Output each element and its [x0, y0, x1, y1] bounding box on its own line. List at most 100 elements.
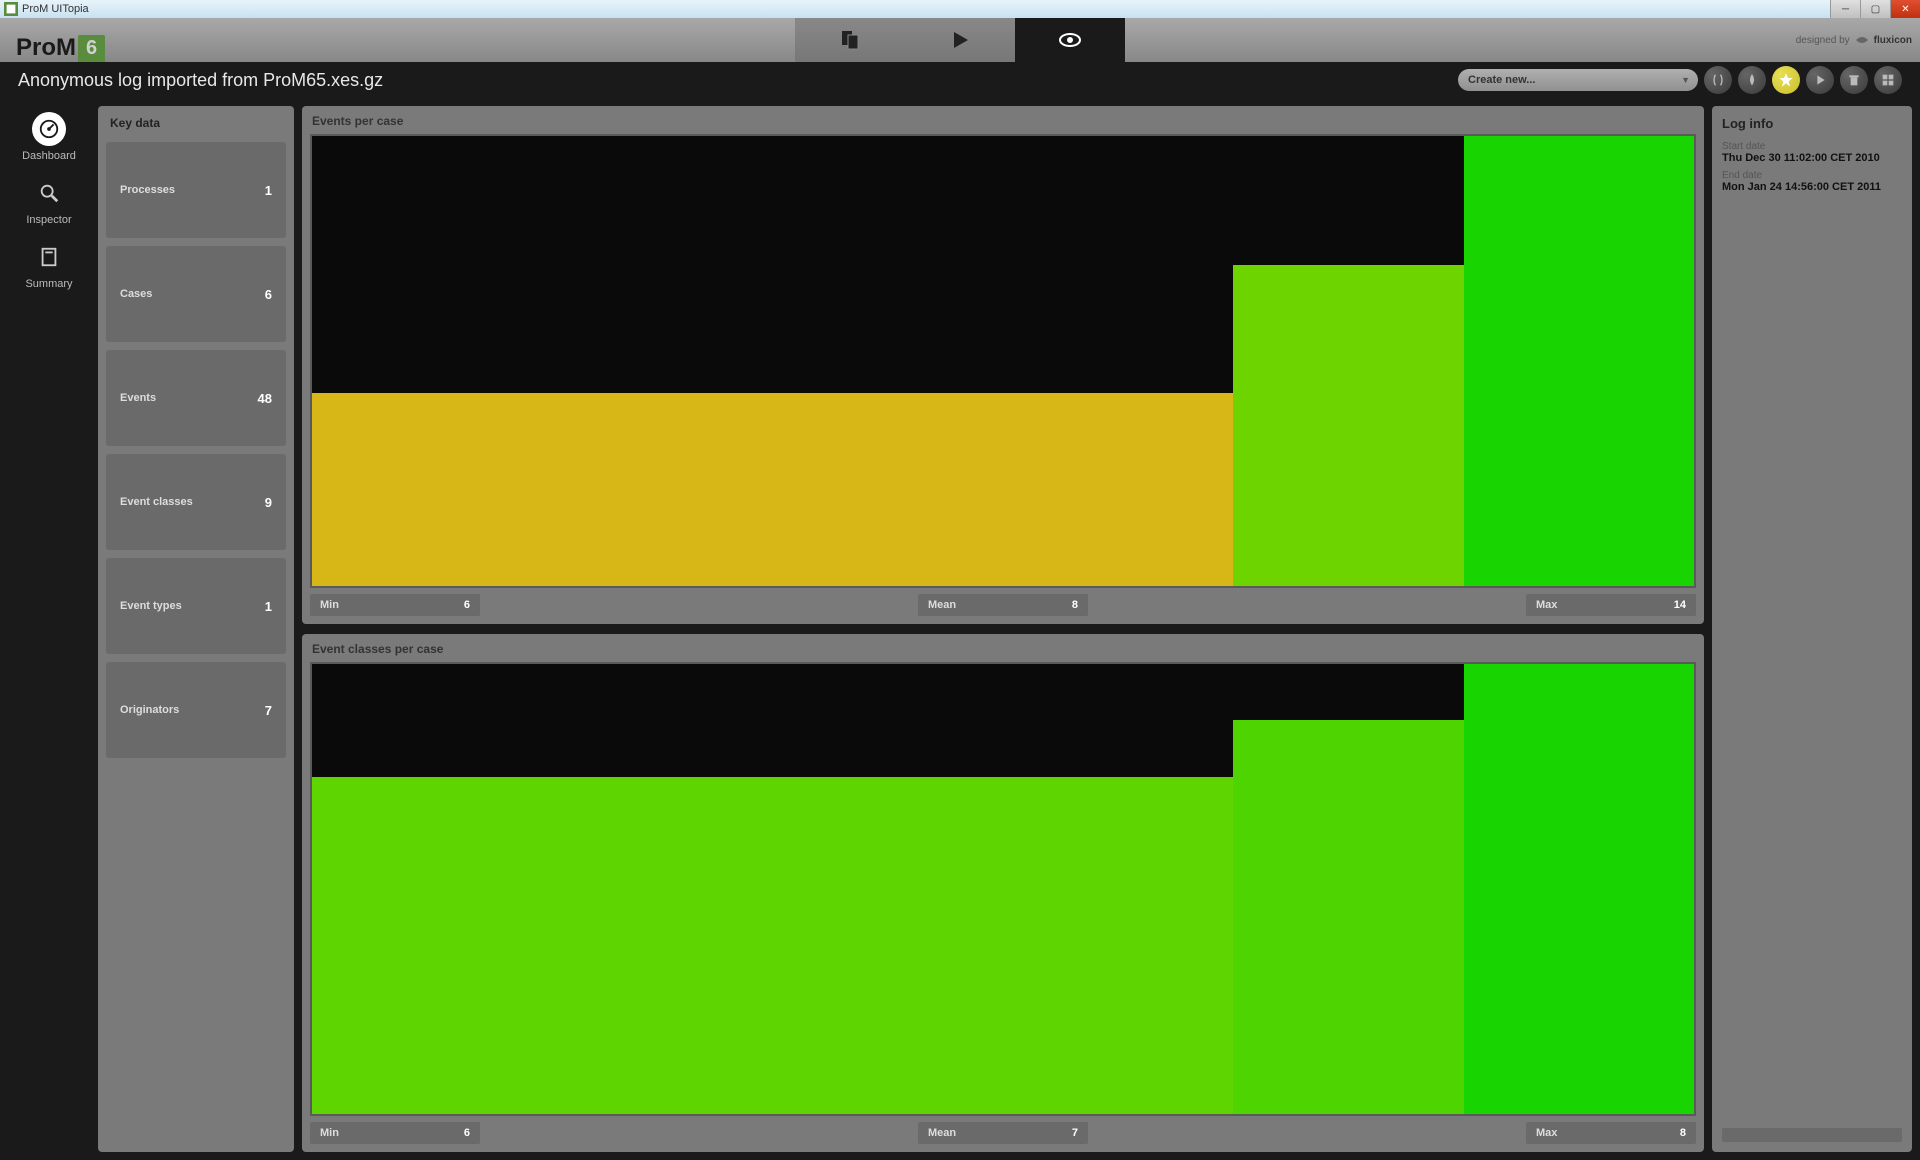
chart-title: Events per case	[310, 112, 1696, 134]
fluxicon-icon	[1854, 32, 1870, 48]
nav-inspector-label: Inspector	[26, 214, 71, 226]
charts-column: Events per case Min6 Mean8 Max14 Event c…	[302, 106, 1704, 1152]
tab-view[interactable]	[1015, 18, 1125, 62]
stat-min: Min6	[310, 594, 480, 616]
kd-label: Cases	[120, 288, 152, 300]
chart-events-per-case: Events per case Min6 Mean8 Max14	[302, 106, 1704, 624]
play-small-icon	[1812, 72, 1828, 88]
kd-events[interactable]: Events 48	[106, 350, 286, 446]
scrollbar-track[interactable]	[1722, 1128, 1902, 1142]
stat-min: Min6	[310, 1122, 480, 1144]
nav-dashboard[interactable]: Dashboard	[22, 112, 76, 162]
chevron-down-icon: ▼	[1681, 75, 1690, 85]
close-button[interactable]: ✕	[1890, 0, 1920, 18]
kd-event-types[interactable]: Event types 1	[106, 558, 286, 654]
trash-icon	[1846, 72, 1862, 88]
drop-icon	[1744, 72, 1760, 88]
chart-event-classes-per-case: Event classes per case Min6 Mean7 Max8	[302, 634, 1704, 1152]
stat-max: Max8	[1526, 1122, 1696, 1144]
nav-summary-label: Summary	[25, 278, 72, 290]
chart-bar	[1003, 393, 1233, 586]
subheader-actions: Create new... ▼	[1458, 66, 1902, 94]
kd-label: Originators	[120, 704, 179, 716]
chart-bar	[542, 777, 772, 1115]
chart-bar	[1233, 720, 1463, 1114]
stat-mean: Mean8	[918, 594, 1088, 616]
workspace-icon	[838, 28, 862, 52]
nav-inspector[interactable]: Inspector	[26, 176, 71, 226]
stat-max: Max14	[1526, 594, 1696, 616]
create-new-dropdown[interactable]: Create new... ▼	[1458, 69, 1698, 91]
play-icon	[948, 28, 972, 52]
gauge-icon	[38, 118, 60, 140]
kd-label: Event types	[120, 600, 182, 612]
document-icon	[38, 246, 60, 268]
star-icon	[1778, 72, 1794, 88]
chart-bar	[312, 393, 542, 586]
parentheses-icon	[1710, 72, 1726, 88]
ribbon-credit: designed by fluxicon	[1796, 32, 1912, 48]
chart-bars	[312, 136, 1694, 586]
chart-body	[310, 134, 1696, 588]
designed-by-label: designed by	[1796, 35, 1850, 46]
window-controls: ─ ▢ ✕	[1830, 0, 1920, 18]
kd-value: 6	[265, 287, 272, 302]
kd-label: Processes	[120, 184, 175, 196]
kd-value: 7	[265, 703, 272, 718]
kd-value: 1	[265, 599, 272, 614]
favorite-button[interactable]	[1772, 66, 1800, 94]
key-data-panel: Key data Processes 1 Cases 6 Events 48 E…	[98, 106, 294, 1152]
logo-text: ProM	[16, 34, 76, 62]
grid-icon	[1880, 72, 1896, 88]
window-titlebar: ProM UITopia ─ ▢ ✕	[0, 0, 1920, 18]
chart-bars	[312, 664, 1694, 1114]
chart-bar	[1464, 664, 1694, 1114]
tab-workspace[interactable]	[795, 18, 905, 62]
kd-value: 1	[265, 183, 272, 198]
kd-label: Events	[120, 392, 156, 404]
chart-body	[310, 662, 1696, 1116]
brand-label: fluxicon	[1874, 35, 1912, 46]
kd-cases[interactable]: Cases 6	[106, 246, 286, 342]
app-logo: ProM 6	[0, 18, 120, 62]
chart-bar	[1233, 265, 1463, 586]
start-date-label: Start date	[1722, 141, 1902, 152]
kd-originators[interactable]: Originators 7	[106, 662, 286, 758]
end-date-value: Mon Jan 24 14:56:00 CET 2011	[1722, 181, 1902, 193]
kd-value: 48	[258, 391, 272, 406]
minimize-button[interactable]: ─	[1830, 0, 1860, 18]
play-button[interactable]	[1806, 66, 1834, 94]
left-nav: Dashboard Inspector Summary	[8, 106, 90, 1152]
chart-bar	[773, 777, 1003, 1115]
end-date-label: End date	[1722, 170, 1902, 181]
eye-icon	[1058, 28, 1082, 52]
maximize-button[interactable]: ▢	[1860, 0, 1890, 18]
window-title: ProM UITopia	[22, 3, 89, 15]
trash-button[interactable]	[1840, 66, 1868, 94]
ink-button[interactable]	[1738, 66, 1766, 94]
chart-bar	[542, 393, 772, 586]
stat-mean: Mean7	[918, 1122, 1088, 1144]
search-icon	[38, 182, 60, 204]
subheader: Anonymous log imported from ProM65.xes.g…	[0, 62, 1920, 98]
top-ribbon: ProM 6 designed by fluxicon	[0, 18, 1920, 62]
kd-processes[interactable]: Processes 1	[106, 142, 286, 238]
create-new-label: Create new...	[1468, 74, 1535, 86]
kd-event-classes[interactable]: Event classes 9	[106, 454, 286, 550]
key-data-title: Key data	[106, 114, 286, 134]
nav-summary[interactable]: Summary	[25, 240, 72, 290]
grid-button[interactable]	[1874, 66, 1902, 94]
chart-stats: Min6 Mean7 Max8	[310, 1122, 1696, 1144]
kd-label: Event classes	[120, 496, 193, 508]
center-tabs	[795, 18, 1125, 62]
chart-bar	[1464, 136, 1694, 586]
tab-actions[interactable]	[905, 18, 1015, 62]
log-info-title: Log info	[1722, 116, 1902, 131]
chart-stats: Min6 Mean8 Max14	[310, 594, 1696, 616]
main-area: Dashboard Inspector Summary Key data Pro…	[0, 98, 1920, 1160]
parentheses-button[interactable]	[1704, 66, 1732, 94]
page-title: Anonymous log imported from ProM65.xes.g…	[18, 70, 383, 91]
app-icon	[4, 2, 18, 16]
chart-bar	[773, 393, 1003, 586]
chart-bar	[312, 777, 542, 1115]
